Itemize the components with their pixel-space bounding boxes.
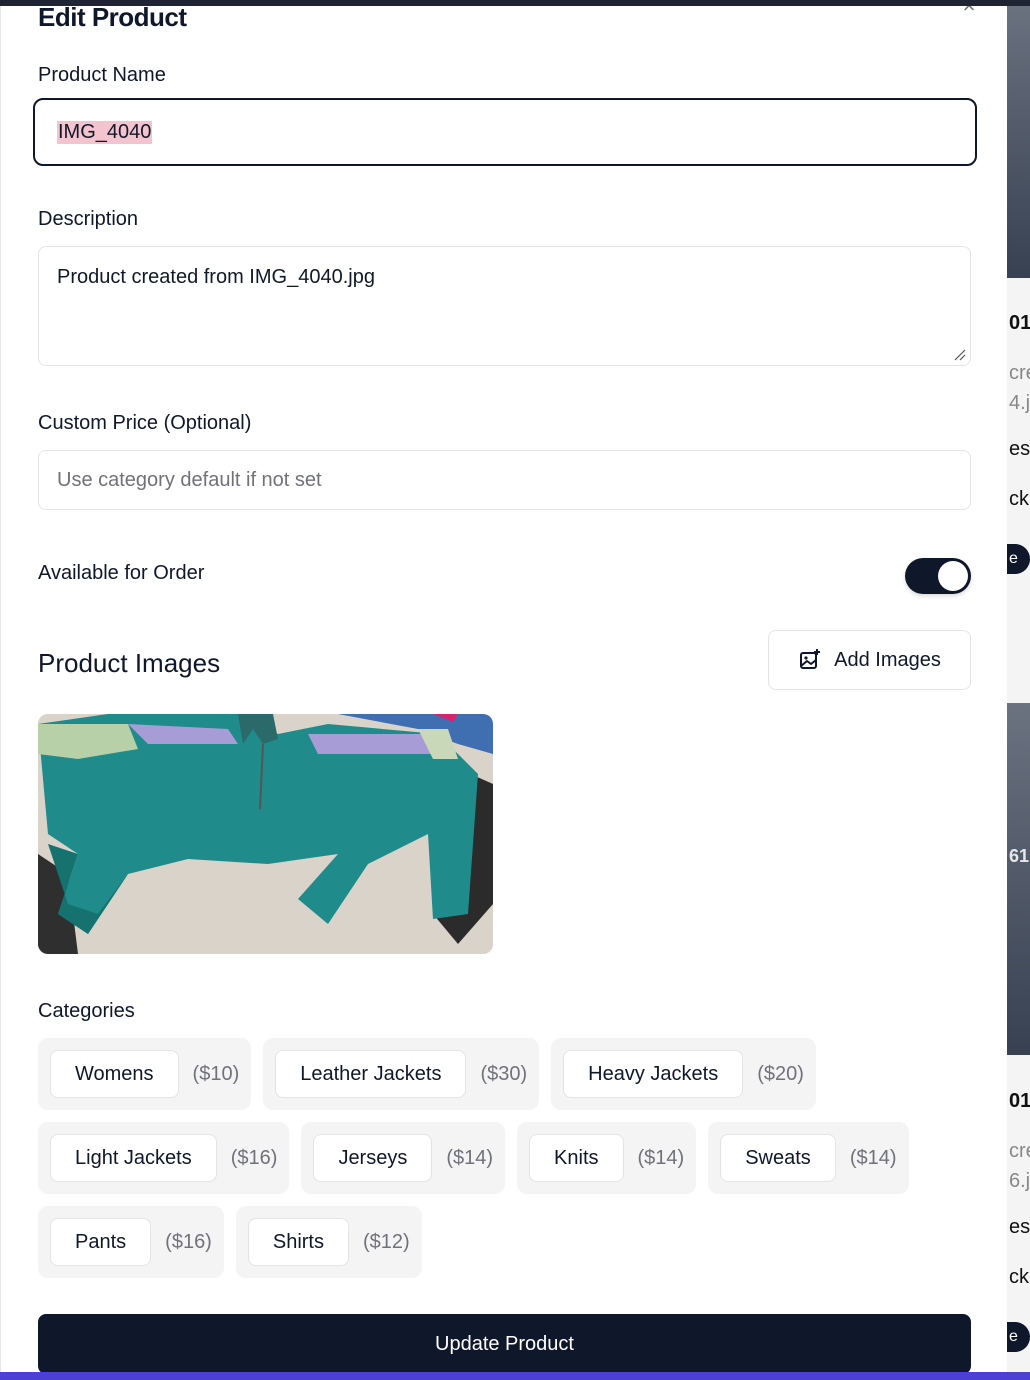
- category-price: ($16): [165, 1230, 212, 1253]
- add-images-label: Add Images: [834, 648, 941, 671]
- category-price: ($20): [757, 1062, 804, 1085]
- categories-row: Pants ($16) Shirts ($12): [38, 1206, 971, 1278]
- category-chip[interactable]: Light Jackets ($16): [38, 1122, 290, 1194]
- background-button: e: [1007, 1322, 1030, 1352]
- product-name-value: IMG_4040: [57, 120, 153, 144]
- category-chip[interactable]: Pants ($16): [38, 1206, 224, 1278]
- background-text: 4.jp: [1009, 392, 1030, 414]
- category-price: ($10): [192, 1062, 240, 1085]
- category-price: ($14): [637, 1146, 685, 1169]
- background-text: ck: [1009, 488, 1029, 510]
- background-button: e: [1007, 544, 1030, 574]
- category-name[interactable]: Jerseys: [313, 1134, 433, 1182]
- categories-row: Light Jackets ($16) Jerseys ($14) Knits …: [38, 1122, 971, 1194]
- background-text: 01: [1009, 312, 1030, 334]
- custom-price-input[interactable]: Use category default if not set: [38, 450, 971, 510]
- category-price: ($12): [362, 1230, 410, 1253]
- categories-list: Womens ($10) Leather Jackets ($30) Heavy…: [38, 1038, 971, 1290]
- background-text: es: [1009, 438, 1030, 460]
- category-name[interactable]: Pants: [50, 1218, 152, 1266]
- category-chip[interactable]: Heavy Jackets ($20): [551, 1038, 816, 1110]
- category-chip[interactable]: Leather Jackets ($30): [263, 1038, 540, 1110]
- background-page: 01 cre 4.jp es ck e 61 01 cre 6.jp es ck…: [1007, 0, 1030, 1380]
- custom-price-label: Custom Price (Optional): [38, 412, 252, 434]
- product-name-label: Product Name: [38, 64, 166, 86]
- toggle-knob: [938, 561, 968, 591]
- category-name[interactable]: Knits: [529, 1134, 624, 1182]
- category-price: ($14): [446, 1146, 494, 1169]
- background-text: cre: [1009, 362, 1030, 384]
- description-textarea[interactable]: Product created from IMG_4040.jpg: [38, 246, 971, 366]
- close-icon[interactable]: ×: [957, 6, 981, 18]
- category-chip[interactable]: Sweats ($14): [708, 1122, 909, 1194]
- update-product-button[interactable]: Update Product: [38, 1314, 971, 1372]
- category-price: ($30): [480, 1062, 528, 1085]
- category-chip[interactable]: Shirts ($12): [235, 1206, 422, 1278]
- background-text: cre: [1009, 1140, 1030, 1162]
- background-product-image: [1007, 0, 1030, 278]
- description-label: Description: [38, 208, 139, 230]
- description-value: Product created from IMG_4040.jpg: [57, 266, 375, 288]
- category-price: ($16): [230, 1146, 278, 1169]
- category-name[interactable]: Shirts: [247, 1218, 349, 1266]
- category-price: ($14): [849, 1146, 897, 1169]
- category-name[interactable]: Light Jackets: [50, 1134, 217, 1182]
- modal-title: Edit Product: [38, 6, 187, 32]
- background-text: es: [1009, 1216, 1030, 1238]
- edit-product-modal: × Edit Product Product Name IMG_4040 Des…: [0, 6, 1007, 1372]
- background-text: ck: [1009, 1266, 1029, 1288]
- category-chip[interactable]: Womens ($10): [38, 1038, 252, 1110]
- categories-label: Categories: [38, 1000, 135, 1022]
- background-text: 6.jp: [1009, 1170, 1030, 1192]
- available-toggle[interactable]: [905, 558, 971, 594]
- sweater-photo: [38, 714, 493, 954]
- category-name[interactable]: Heavy Jackets: [563, 1050, 744, 1098]
- available-label: Available for Order: [38, 562, 205, 584]
- background-text: 61: [1009, 846, 1030, 866]
- category-chip[interactable]: Jerseys ($14): [301, 1122, 506, 1194]
- category-name[interactable]: Womens: [50, 1050, 179, 1098]
- add-images-button[interactable]: Add Images: [768, 630, 971, 690]
- product-image-thumbnail[interactable]: [38, 714, 493, 954]
- product-name-input[interactable]: IMG_4040: [33, 98, 977, 166]
- background-text: 01: [1009, 1090, 1030, 1112]
- category-name[interactable]: Leather Jackets: [275, 1050, 467, 1098]
- image-plus-icon: [800, 649, 821, 669]
- background-product-image: [1007, 703, 1030, 1055]
- category-chip[interactable]: Knits ($14): [517, 1122, 697, 1194]
- resize-grip-icon[interactable]: [954, 349, 966, 361]
- custom-price-placeholder: Use category default if not set: [57, 468, 322, 491]
- category-name[interactable]: Sweats: [720, 1134, 836, 1182]
- product-images-title: Product Images: [38, 648, 221, 678]
- window-bottom-bar: [0, 1372, 1030, 1380]
- categories-row: Womens ($10) Leather Jackets ($30) Heavy…: [38, 1038, 971, 1110]
